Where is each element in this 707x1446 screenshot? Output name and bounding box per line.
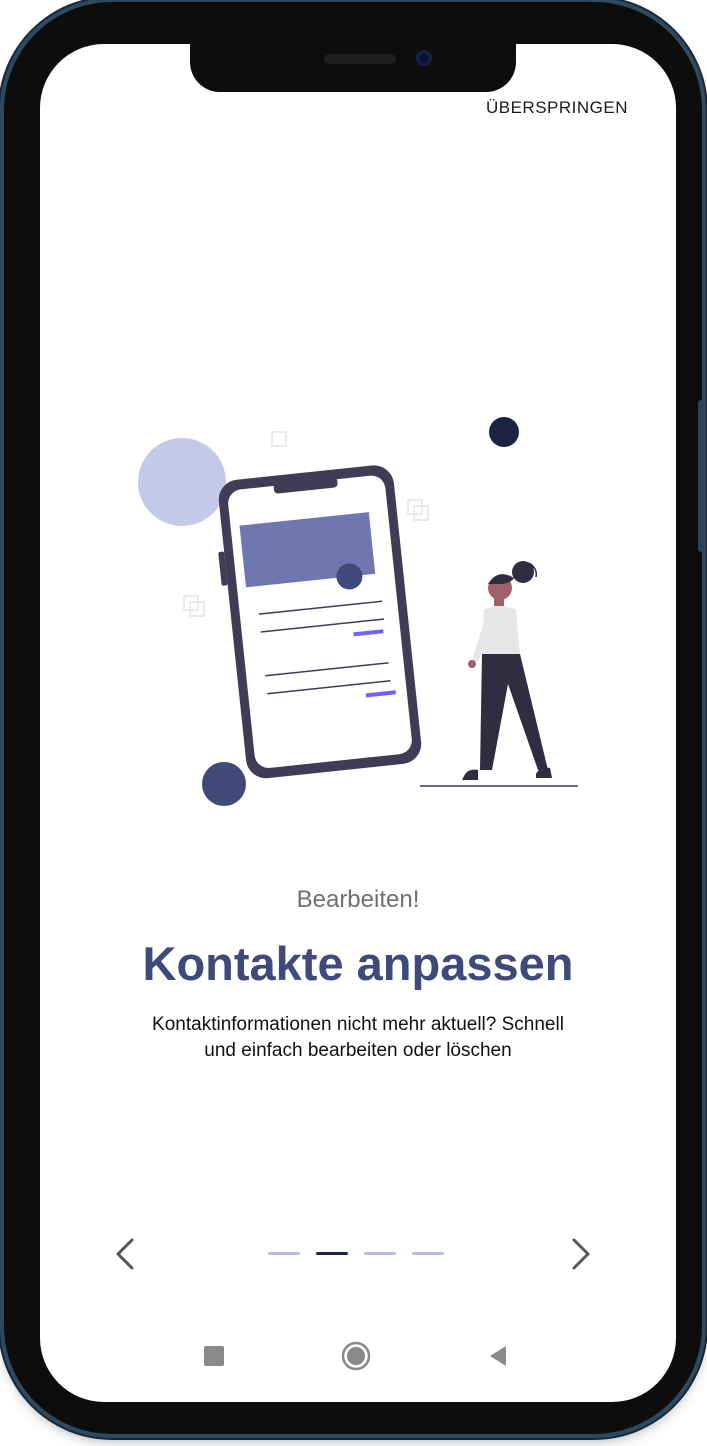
chevron-left-icon [116, 1238, 134, 1270]
next-button[interactable] [560, 1234, 600, 1274]
phone-frame: ÜBERSPRINGEN Bearbeiten! Kontakte anpass… [4, 2, 704, 1434]
chevron-right-icon [572, 1238, 590, 1270]
recents-square-icon[interactable] [204, 1346, 224, 1366]
page-dot-1[interactable] [268, 1252, 300, 1255]
decor-square [189, 601, 205, 617]
skip-button[interactable]: ÜBERSPRINGEN [486, 98, 628, 118]
page-dot-3[interactable] [364, 1252, 396, 1255]
onboarding-title: Kontakte anpassen [142, 937, 574, 990]
onboarding-illustration [138, 417, 578, 787]
system-navigation-bar [40, 1334, 676, 1378]
home-circle-icon[interactable] [340, 1340, 372, 1372]
decor-circle-dark-top [489, 417, 519, 447]
woman-figure [462, 561, 552, 780]
decor-circle-light [138, 438, 226, 526]
decor-square [271, 431, 287, 447]
side-button-power [698, 400, 704, 552]
page-dot-2[interactable] [316, 1252, 348, 1255]
onboarding-subtitle: Bearbeiten! [296, 886, 420, 913]
back-triangle-icon[interactable] [486, 1344, 510, 1368]
decor-circle-bottom [202, 762, 246, 806]
notch [190, 44, 516, 92]
decor-square [407, 499, 423, 515]
previous-button[interactable] [106, 1234, 146, 1274]
page-dot-4[interactable] [412, 1252, 444, 1255]
illustrated-phone [218, 465, 422, 779]
page-indicator [268, 1252, 448, 1258]
camera-icon [416, 50, 432, 66]
speaker-grille [324, 54, 396, 64]
app-screen: ÜBERSPRINGEN Bearbeiten! Kontakte anpass… [40, 44, 676, 1402]
triangle-back-icon [490, 1346, 506, 1366]
circle-icon [341, 1341, 371, 1371]
onboarding-description: Kontaktinformationen nicht mehr aktuell?… [152, 1014, 564, 1061]
decor-square [183, 595, 199, 611]
decor-square [413, 505, 429, 521]
